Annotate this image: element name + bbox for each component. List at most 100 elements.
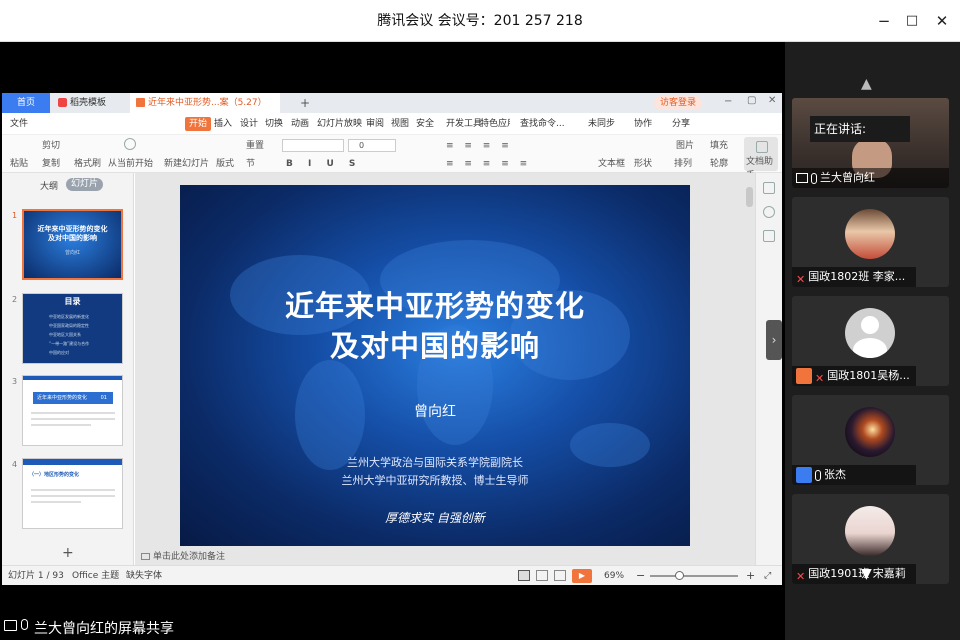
shape-button[interactable]: 形状	[634, 157, 652, 171]
participant-name-text: 国政1802班 李家...	[808, 270, 906, 283]
textbox-button[interactable]: 文本框	[598, 157, 625, 171]
menu-view[interactable]: 视图	[391, 113, 409, 135]
text-format-buttons[interactable]: B I U S	[286, 157, 361, 171]
zoom-slider[interactable]	[650, 575, 738, 577]
zoom-slider-thumb[interactable]	[675, 571, 684, 580]
copy-button[interactable]: 复制	[42, 157, 60, 171]
thumb-number: 4	[12, 460, 18, 469]
from-current-button[interactable]: 从当前开始	[108, 157, 153, 171]
microphone-icon	[811, 172, 817, 184]
menu-insert[interactable]: 插入	[214, 113, 232, 135]
outline-tab[interactable]: 大纲	[40, 179, 58, 192]
guest-login-button[interactable]: 访客登录	[654, 96, 703, 110]
copy-icon[interactable]	[763, 229, 775, 242]
slide-thumb-4[interactable]: （一）地区形势的变化	[22, 458, 123, 529]
menu-search[interactable]: 查找命令...	[520, 113, 565, 135]
paste-button[interactable]: 粘贴	[10, 157, 28, 171]
format-painter-button[interactable]: 格式刷	[74, 157, 101, 171]
scroll-up-icon[interactable]: ▲	[861, 76, 872, 92]
menu-animation[interactable]: 动画	[291, 113, 309, 135]
participant-name-text: 兰大曾向红	[820, 171, 875, 184]
menu-slideshow[interactable]: 幻灯片放映	[317, 113, 362, 135]
tab-document[interactable]: 近年来中亚形势...案（5.27） ✕	[130, 93, 280, 128]
menu-unsynced[interactable]: 未同步	[588, 113, 615, 135]
slide-count: 幻灯片 1 / 93	[8, 571, 64, 581]
reset-button[interactable]: 重置	[246, 139, 264, 153]
cut-button[interactable]: 剪切	[42, 139, 60, 153]
participant-card[interactable]: ✕ 国政1801吴杨...	[792, 296, 949, 386]
missing-font[interactable]: 缺失字体	[126, 566, 162, 586]
menu-share[interactable]: 分享	[672, 113, 690, 135]
microphone-muted-icon: ✕	[796, 273, 806, 286]
thumb-2-items: 中亚地区发展的新变化 中亚国家政局的稳定性 中亚地区大国关系 “一带一路”建设与…	[49, 312, 89, 357]
close-button[interactable]: ✕	[930, 9, 954, 33]
font-name-select[interactable]	[282, 139, 344, 152]
window-close-icon[interactable]: ✕	[768, 95, 776, 106]
menu-design[interactable]: 设计	[240, 113, 258, 135]
thumb-number: 3	[12, 377, 18, 386]
picture-button[interactable]: 图片	[676, 139, 694, 153]
participant-name-text: 国政1901班 宋嘉莉	[808, 567, 906, 580]
participant-card-speaker[interactable]: 正在讲话: 兰大曾向红	[792, 98, 949, 188]
paragraph-buttons[interactable]: ≡ ≡ ≡ ≡	[446, 139, 513, 153]
menu-collab[interactable]: 协作	[634, 113, 652, 135]
minimize-button[interactable]: −	[872, 9, 896, 33]
notes-area[interactable]: 单击此处添加备注	[135, 550, 755, 565]
layout-button[interactable]: 版式	[216, 157, 234, 171]
add-slide-button[interactable]: +	[62, 545, 74, 561]
wps-ribbon: 粘贴 剪切 复制 格式刷 从当前开始 新建幻灯片 版式 节 重置 0 B I U…	[2, 135, 782, 181]
new-slide-button[interactable]: 新建幻灯片	[164, 157, 209, 171]
participant-card[interactable]: ✕ 国政1802班 李家...	[792, 197, 949, 287]
wps-tab-bar: 首页 稻壳模板 近年来中亚形势...案（5.27） ✕ + 访客登录 − ▢ ✕	[2, 93, 782, 128]
slide-thumb-1[interactable]: 近年来中亚形势的变化 及对中国的影响 曾向红	[22, 209, 123, 280]
menu-home[interactable]: 开始	[185, 117, 212, 131]
normal-view-icon[interactable]	[518, 570, 530, 581]
arrange-button[interactable]: 排列	[674, 157, 692, 171]
thumb-4-line	[31, 495, 115, 497]
play-slideshow-icon[interactable]: ▶	[572, 569, 592, 583]
zoom-in-button[interactable]: +	[746, 566, 755, 586]
vertical-scrollbar[interactable]	[746, 187, 753, 207]
doc-helper-button[interactable]: 文档助手	[744, 137, 778, 181]
fill-button[interactable]: 填充	[710, 139, 728, 153]
menu-transition[interactable]: 切换	[265, 113, 283, 135]
menu-developer[interactable]: 开发工具	[446, 113, 482, 135]
window-restore-icon[interactable]: ▢	[747, 95, 756, 106]
collapse-panel-handle[interactable]: ›	[766, 320, 782, 360]
thumb-2-item: 中亚地区发展的新变化	[49, 314, 89, 319]
align-buttons[interactable]: ≡ ≡ ≡ ≡ ≡	[446, 157, 531, 171]
default-avatar-body	[853, 338, 887, 358]
outline-button[interactable]: 轮廓	[710, 157, 728, 171]
fit-window-icon[interactable]: ⤢	[764, 566, 771, 586]
maximize-button[interactable]: □	[900, 9, 924, 33]
wps-menu-bar: 文件 开始 插入 设计 切换 动画 幻灯片放映 审阅 视图 安全 开发工具 特色…	[2, 113, 782, 135]
wps-presentation-window: 首页 稻壳模板 近年来中亚形势...案（5.27） ✕ + 访客登录 − ▢ ✕…	[2, 93, 782, 585]
font-size-select[interactable]: 0	[348, 139, 396, 152]
menu-review[interactable]: 审阅	[366, 113, 384, 135]
thumb-3-num: 01	[100, 395, 107, 401]
scroll-down-icon[interactable]: ▼	[861, 566, 872, 582]
tab-template[interactable]: 稻壳模板	[52, 93, 127, 113]
menu-file[interactable]: 文件	[10, 113, 28, 135]
slide-affiliation-1: 兰州大学政治与国际关系学院副院长	[347, 456, 523, 469]
slide-sorter-icon[interactable]	[536, 570, 548, 581]
section-button[interactable]: 节	[246, 157, 255, 171]
slides-tab[interactable]: 幻灯片	[66, 178, 104, 191]
participant-card[interactable]: 张杰	[792, 395, 949, 485]
current-slide[interactable]: 近年来中亚形势的变化 及对中国的影响 曾向红 兰州大学政治与国际关系学院副院长 …	[180, 185, 690, 546]
slide-thumb-2[interactable]: 目录 中亚地区发展的新变化 中亚国家政局的稳定性 中亚地区大国关系 “一带一路”…	[22, 293, 123, 364]
reading-view-icon[interactable]	[554, 570, 566, 581]
zoom-out-button[interactable]: −	[636, 566, 645, 586]
menu-special[interactable]: 特色应用	[480, 113, 510, 135]
slide-thumb-3[interactable]: 近年来中亚形势的变化 01	[22, 375, 123, 446]
settings-icon[interactable]	[763, 181, 775, 194]
menu-security[interactable]: 安全	[416, 113, 434, 135]
tab-home[interactable]: 首页	[2, 93, 50, 113]
new-tab-button[interactable]: +	[294, 93, 316, 113]
notes-icon	[141, 553, 150, 560]
slide-affiliation-2: 兰州大学中亚研究所教授、博士生导师	[341, 474, 529, 487]
status-bar: 幻灯片 1 / 93 Office 主题 缺失字体 ▶ 69% − + ⤢	[2, 565, 782, 585]
avatar	[845, 407, 895, 457]
animation-icon[interactable]	[763, 205, 775, 218]
window-minimize-icon[interactable]: −	[724, 96, 732, 107]
